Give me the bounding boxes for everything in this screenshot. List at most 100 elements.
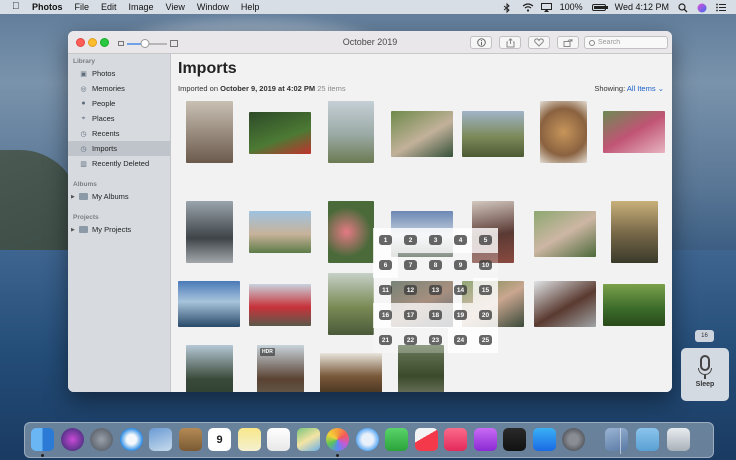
grid-cell[interactable]: 11	[373, 278, 398, 303]
sidebar-item-my-albums[interactable]: ▶ My Albums	[68, 189, 170, 204]
photo-viewer-icon[interactable]	[605, 428, 628, 451]
grid-cell[interactable]: 19	[448, 303, 473, 328]
photo-dog-wood[interactable]	[320, 353, 382, 392]
notes-app-icon[interactable]	[178, 428, 202, 451]
sidebar-item-places[interactable]: ⌖ Places	[68, 111, 170, 126]
grid-cell[interactable]: 23	[423, 328, 448, 353]
photo-watermelons[interactable]	[603, 284, 665, 326]
photo-ocean-sun[interactable]	[178, 281, 240, 327]
title-bar[interactable]: October 2019	[68, 31, 672, 54]
grid-cell[interactable]: 25	[473, 328, 498, 353]
grid-cell[interactable]: 20	[473, 303, 498, 328]
app-store-icon[interactable]	[532, 428, 556, 451]
grid-cell[interactable]: 8	[423, 253, 448, 278]
launchpad-icon[interactable]	[90, 428, 113, 451]
search-input[interactable]	[598, 39, 662, 46]
showing-dropdown[interactable]: All Items	[627, 84, 656, 93]
grid-cell[interactable]: 16	[373, 303, 398, 328]
sidebar-item-recently-deleted[interactable]: ▥ Recently Deleted	[68, 156, 170, 171]
voice-control-panel[interactable]: Sleep	[681, 348, 729, 401]
system-preferences-icon[interactable]	[562, 428, 585, 451]
menu-window[interactable]: Window	[197, 2, 229, 12]
sidebar-item-people[interactable]: ● People	[68, 96, 170, 111]
photo-cypress-tree[interactable]	[186, 345, 233, 392]
reminders-icon[interactable]	[267, 428, 290, 451]
sidebar-item-photos[interactable]: ▣ Photos	[68, 66, 170, 81]
sidebar-item-recents[interactable]: ◷ Recents	[68, 126, 170, 141]
grid-cell[interactable]: 7	[398, 253, 423, 278]
photo-coast-hills[interactable]	[328, 101, 374, 163]
favorite-button[interactable]	[528, 36, 550, 49]
siri-icon[interactable]	[60, 428, 84, 451]
info-button[interactable]	[470, 36, 492, 49]
finder-icon[interactable]	[31, 428, 54, 451]
photo-two-women[interactable]	[391, 111, 453, 157]
grid-cell[interactable]: 4	[448, 228, 473, 253]
menu-help[interactable]: Help	[241, 2, 260, 12]
photo-sitting-woman[interactable]	[534, 281, 596, 327]
menubar-clock[interactable]: Wed 4:12 PM	[615, 2, 669, 12]
grid-cell[interactable]: 9	[448, 253, 473, 278]
photo-bread[interactable]	[540, 101, 587, 163]
photo-roses[interactable]	[328, 201, 374, 263]
facetime-icon[interactable]	[385, 428, 408, 451]
grid-cell[interactable]: 17	[398, 303, 423, 328]
bluetooth-icon[interactable]	[503, 2, 513, 13]
airplay-icon[interactable]	[540, 2, 552, 12]
notification-center-icon[interactable]	[716, 3, 726, 12]
grid-cell[interactable]: 15	[473, 278, 498, 303]
photo-doorway[interactable]	[186, 101, 233, 163]
sleep-button[interactable]: Sleep	[696, 381, 715, 388]
wifi-icon[interactable]	[522, 2, 533, 12]
downloads-folder-icon[interactable]	[636, 428, 659, 451]
grid-cell[interactable]: 10	[473, 253, 498, 278]
disclosure-triangle-icon[interactable]: ▶	[71, 227, 75, 233]
grid-cell[interactable]: 12	[398, 278, 423, 303]
photo-red-shirts[interactable]	[249, 284, 311, 326]
podcasts-icon[interactable]	[473, 428, 497, 451]
photo-flowers[interactable]	[603, 111, 665, 153]
share-button[interactable]	[499, 36, 521, 49]
photo-castle[interactable]	[249, 211, 311, 253]
rotate-button[interactable]	[557, 36, 579, 49]
trash-icon[interactable]	[667, 428, 690, 451]
spotlight-search-icon[interactable]	[678, 2, 688, 12]
photo-field[interactable]	[328, 273, 374, 335]
sidebar-item-imports[interactable]: ◷ Imports	[68, 141, 170, 156]
grid-cell[interactable]: 1	[373, 228, 398, 253]
apple-menu-icon[interactable]: 	[12, 2, 22, 12]
search-field[interactable]	[584, 36, 668, 49]
preview-icon[interactable]	[149, 428, 172, 451]
grid-cell[interactable]: 18	[423, 303, 448, 328]
photo-horse[interactable]: HDR	[257, 345, 304, 392]
grid-cell[interactable]: 13	[423, 278, 448, 303]
disclosure-triangle-icon[interactable]: ▶	[71, 194, 75, 200]
photo-women-smile[interactable]	[534, 211, 596, 257]
photo-beach-bw[interactable]	[186, 201, 233, 263]
grid-cell[interactable]: 14	[448, 278, 473, 303]
grid-cell[interactable]: 5	[473, 228, 498, 253]
photo-sunset-tree[interactable]	[611, 201, 658, 263]
siri-menubar-icon[interactable]	[697, 3, 707, 12]
tv-icon[interactable]	[503, 428, 526, 451]
safari-icon[interactable]	[119, 428, 143, 451]
photo-red-flags[interactable]	[249, 112, 311, 154]
news-icon[interactable]	[414, 428, 438, 451]
maps-icon[interactable]	[296, 428, 320, 451]
messages-icon[interactable]	[355, 428, 379, 451]
music-icon[interactable]	[444, 428, 467, 451]
photos-icon[interactable]	[326, 428, 349, 451]
battery-icon[interactable]	[591, 3, 608, 11]
sidebar-item-memories[interactable]: ◎ Memories	[68, 81, 170, 96]
menu-edit[interactable]: Edit	[101, 2, 117, 12]
grid-cell[interactable]: 24	[448, 328, 473, 353]
grid-cell[interactable]: 21	[373, 328, 398, 353]
photo-hillside[interactable]	[462, 111, 524, 157]
menu-file[interactable]: File	[75, 2, 90, 12]
grid-cell[interactable]: 2	[398, 228, 423, 253]
menu-app-name[interactable]: Photos	[32, 2, 63, 12]
showing-filter[interactable]: Showing: All Items ⌄	[594, 84, 664, 93]
sidebar-item-my-projects[interactable]: ▶ My Projects	[68, 222, 170, 237]
menu-view[interactable]: View	[166, 2, 185, 12]
grid-cell[interactable]: 6	[373, 253, 398, 278]
